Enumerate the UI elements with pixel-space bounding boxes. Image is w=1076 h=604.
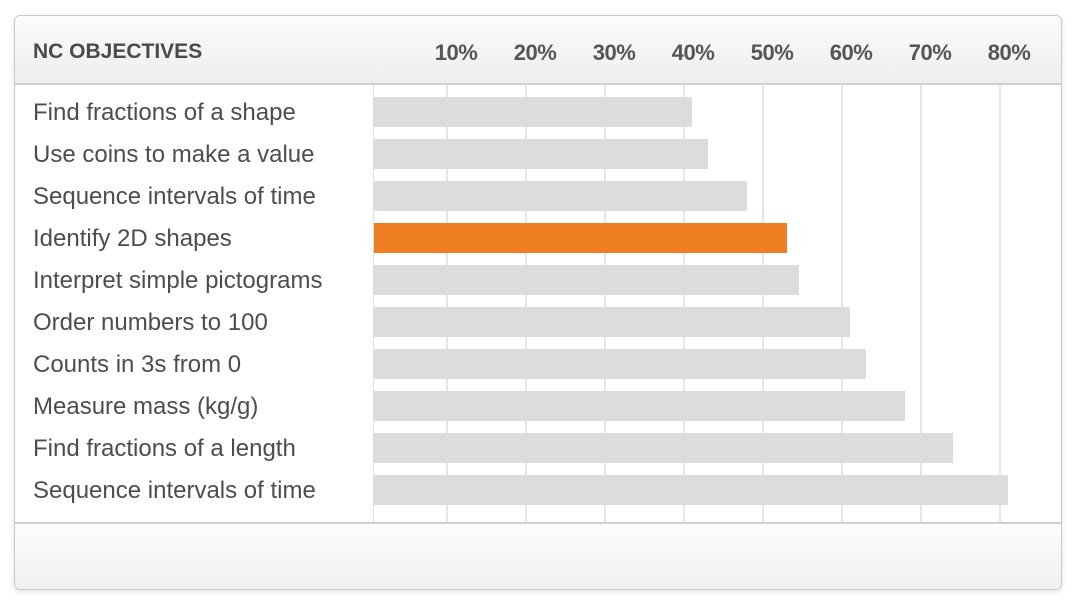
x-tick-label: 70% <box>908 40 952 65</box>
bar <box>374 307 850 337</box>
category-label: Measure mass (kg/g) <box>33 393 259 420</box>
category-label: Counts in 3s from 0 <box>33 351 242 378</box>
x-tick-label: 40% <box>671 40 715 65</box>
bar <box>374 391 906 421</box>
gridline <box>999 85 1001 522</box>
bar <box>374 97 692 127</box>
x-tick-label: 10% <box>434 40 478 65</box>
chart-body: Find fractions of a shape Use coins to ma… <box>15 85 1061 522</box>
category-label: Find fractions of a shape <box>33 99 296 126</box>
x-tick-label: 30% <box>592 40 636 65</box>
category-label: Find fractions of a length <box>33 435 296 462</box>
category-label: Order numbers to 100 <box>33 309 268 336</box>
category-label: Sequence intervals of time <box>33 477 316 504</box>
category-labels: Find fractions of a shape Use coins to ma… <box>15 85 374 522</box>
category-label: Identify 2D shapes <box>33 225 232 252</box>
bar <box>374 265 799 295</box>
bar <box>374 139 708 169</box>
bar <box>374 349 866 379</box>
bar-highlighted <box>374 223 787 253</box>
chart-header: NC OBJECTIVES 10% 20% 30% 40% 50% 60% 70% 80% <box>15 16 1061 85</box>
chart-card: NC OBJECTIVES 10% 20% 30% 40% 50% 60% 70% 80% F… <box>14 15 1062 590</box>
x-tick-label: 50% <box>750 40 794 65</box>
chart-title: NC OBJECTIVES <box>33 40 203 63</box>
x-tick-label: 80% <box>987 40 1031 65</box>
category-label: Sequence intervals of time <box>33 183 316 210</box>
category-label: Interpret simple pictograms <box>33 267 323 294</box>
x-tick-label: 20% <box>513 40 557 65</box>
bar <box>374 181 748 211</box>
bar <box>374 475 1008 505</box>
chart-footer <box>15 522 1061 589</box>
bar <box>374 433 953 463</box>
category-label: Use coins to make a value <box>33 141 315 168</box>
x-tick-label: 60% <box>829 40 873 65</box>
